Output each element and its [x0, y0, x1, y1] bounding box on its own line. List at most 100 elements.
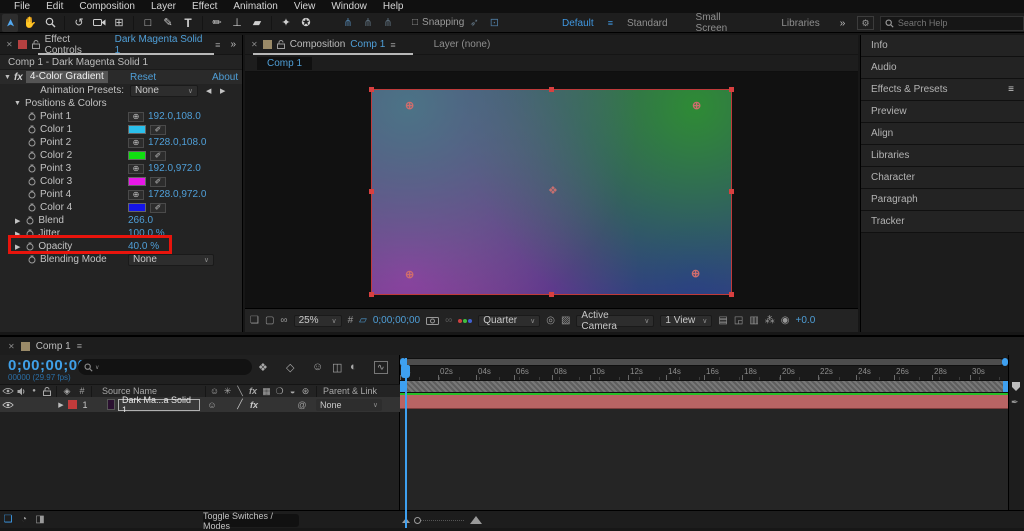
ruler-tick[interactable]: 28s [932, 366, 970, 380]
camera-tool-icon[interactable] [90, 15, 108, 31]
collapse-arrow-icon[interactable]: ▼ [4, 74, 11, 81]
panel-target[interactable]: Comp 1 [350, 39, 385, 50]
sidebar-panel[interactable]: Libraries [861, 145, 1024, 167]
reset-button[interactable]: Reset [130, 72, 156, 83]
help-search-box[interactable] [880, 16, 1024, 31]
previous-preset-icon[interactable]: ◀ [206, 87, 211, 95]
panel-menu-icon[interactable]: ≡ [215, 40, 220, 50]
stopwatch-icon[interactable] [28, 138, 36, 147]
pickwhip-icon[interactable]: @ [294, 400, 310, 410]
color-swatch[interactable] [128, 125, 146, 134]
ruler-tick[interactable]: 14s [666, 366, 704, 380]
stopwatch-icon[interactable] [28, 255, 36, 264]
effect-header-row[interactable]: ▼ fx 4-Color Gradient Reset About [0, 70, 242, 84]
menu-item[interactable]: Animation [225, 0, 285, 13]
menu-item[interactable]: Window [323, 0, 375, 13]
menu-item[interactable]: Help [375, 0, 412, 13]
close-icon[interactable]: ✕ [6, 40, 13, 49]
pan-behind-tool-icon[interactable]: ⊞ [110, 15, 128, 31]
camera-dropdown[interactable]: Active Camera ∨ [576, 315, 654, 327]
exposure-reset-icon[interactable]: ◉ [781, 315, 790, 326]
snap-region-icon[interactable]: ⊡ [485, 15, 503, 31]
selection-handle[interactable] [729, 292, 734, 297]
graph-editor-icon[interactable]: ∿ [374, 361, 388, 374]
point-value[interactable]: 1728.0,972.0 [148, 189, 206, 200]
work-area-bar[interactable] [400, 380, 1008, 393]
sidebar-panel[interactable]: Effects & Presets ≡ [861, 79, 1024, 101]
menu-item[interactable]: Effect [184, 0, 225, 13]
layer-label-chip[interactable] [68, 400, 77, 409]
mask-visibility-icon[interactable]: ∞ [280, 315, 287, 326]
grid-guides-icon[interactable]: # [348, 315, 354, 326]
timeline-search-input[interactable] [101, 362, 241, 372]
draft-3d-icon[interactable]: ◇ [286, 361, 294, 374]
workspace-small-screen[interactable]: Small Screen [682, 12, 768, 34]
show-channels-icon[interactable] [458, 319, 472, 323]
clone-stamp-tool-icon[interactable]: ⊥ [228, 15, 246, 31]
color-swatch[interactable] [128, 177, 146, 186]
selection-handle[interactable] [369, 87, 374, 92]
fast-previews-icon[interactable]: ◲ [734, 315, 743, 326]
selection-handle[interactable] [729, 87, 734, 92]
menu-item[interactable]: Layer [143, 0, 184, 13]
ruler-tick[interactable]: 26s [894, 366, 932, 380]
point-value[interactable]: 192.0,108.0 [148, 111, 201, 122]
selection-handle[interactable] [729, 189, 734, 194]
audio-column-icon[interactable] [15, 387, 28, 396]
brush-tool-icon[interactable]: ✏ [208, 15, 226, 31]
expand-icon[interactable]: ▶ [15, 230, 20, 238]
expand-icon[interactable]: ▶ [15, 243, 20, 251]
effect-point-1-icon[interactable]: ⊕ [405, 101, 414, 112]
roto-brush-tool-icon[interactable]: ✦ [277, 15, 295, 31]
animation-presets-dropdown[interactable]: None ∨ [130, 85, 198, 97]
about-button[interactable]: About [212, 72, 238, 83]
ruler-tick[interactable]: 16s [704, 366, 742, 380]
point-value[interactable]: 1728.0,108.0 [148, 137, 206, 148]
layer-shy-icon[interactable]: ☺ [204, 400, 220, 410]
eyedropper-icon[interactable]: ✐ [150, 177, 166, 187]
stopwatch-icon[interactable] [26, 242, 34, 251]
sidebar-panel[interactable]: Tracker [861, 211, 1024, 233]
stopwatch-icon[interactable] [28, 112, 36, 121]
sidebar-panel[interactable]: Audio [861, 57, 1024, 79]
ruler-tick[interactable]: 12s [628, 366, 666, 380]
layer-row[interactable]: ▶ 1 Dark Ma...a Solid 1 ☺ ╱ fx @ None ∨ [0, 397, 400, 412]
ruler-tick[interactable]: 10s [590, 366, 628, 380]
ruler-tick[interactable]: 30s [970, 366, 1008, 380]
zoom-tool-icon[interactable] [41, 15, 59, 31]
ruler-tick[interactable]: 18s [742, 366, 780, 380]
lock-column-icon[interactable] [40, 387, 54, 396]
label-column-icon[interactable]: ◈ [59, 386, 75, 397]
fx-switch-icon[interactable]: fx [246, 386, 260, 396]
resolution-dropdown[interactable]: Quarter ∨ [478, 315, 540, 327]
effect-point-icon[interactable]: ⊕ [128, 138, 144, 148]
comp-breadcrumb[interactable]: Comp 1 [257, 57, 312, 70]
time-ruler[interactable]: 0s02s04s06s08s10s12s14s16s18s20s22s24s26… [400, 366, 1008, 380]
eyedropper-icon[interactable]: ✐ [150, 125, 166, 135]
zoom-slider-track[interactable] [416, 520, 464, 521]
ruler-tick[interactable]: 06s [514, 366, 552, 380]
target-region-icon[interactable]: ◎ [546, 315, 555, 326]
gradient-canvas[interactable]: ⊕ ⊕ ⊕ ⊕ ❖ [372, 90, 731, 294]
point-value[interactable]: 192.0,972.0 [148, 163, 201, 174]
exposure-value[interactable]: +0.0 [796, 315, 816, 326]
parent-dropdown[interactable]: None ∨ [316, 399, 382, 411]
3d-switch-icon[interactable]: ⊛ [299, 386, 312, 397]
snapping-checkbox-icon[interactable]: □ [412, 17, 418, 28]
menu-item[interactable]: File [6, 0, 38, 13]
stopwatch-icon[interactable] [26, 216, 34, 225]
panel-menu-icon[interactable]: ≡ [77, 341, 82, 351]
close-icon[interactable]: ✕ [8, 342, 15, 351]
layer-visibility-icon[interactable] [0, 401, 15, 409]
rectangle-tool-icon[interactable]: □ [139, 15, 157, 31]
playhead-line[interactable] [405, 358, 407, 528]
stopwatch-icon[interactable] [28, 190, 36, 199]
eraser-tool-icon[interactable]: ▰ [248, 15, 266, 31]
local-axis-mode-icon[interactable]: ⋔ [339, 15, 357, 31]
motion-blur-switch-icon[interactable]: ❍ [273, 386, 286, 397]
transparency-grid-icon[interactable]: ▨ [561, 315, 570, 326]
effect-point-4-icon[interactable]: ⊕ [691, 269, 700, 280]
selection-handle[interactable] [549, 87, 554, 92]
stopwatch-icon[interactable] [26, 229, 34, 238]
eyedropper-icon[interactable]: ✐ [150, 151, 166, 161]
